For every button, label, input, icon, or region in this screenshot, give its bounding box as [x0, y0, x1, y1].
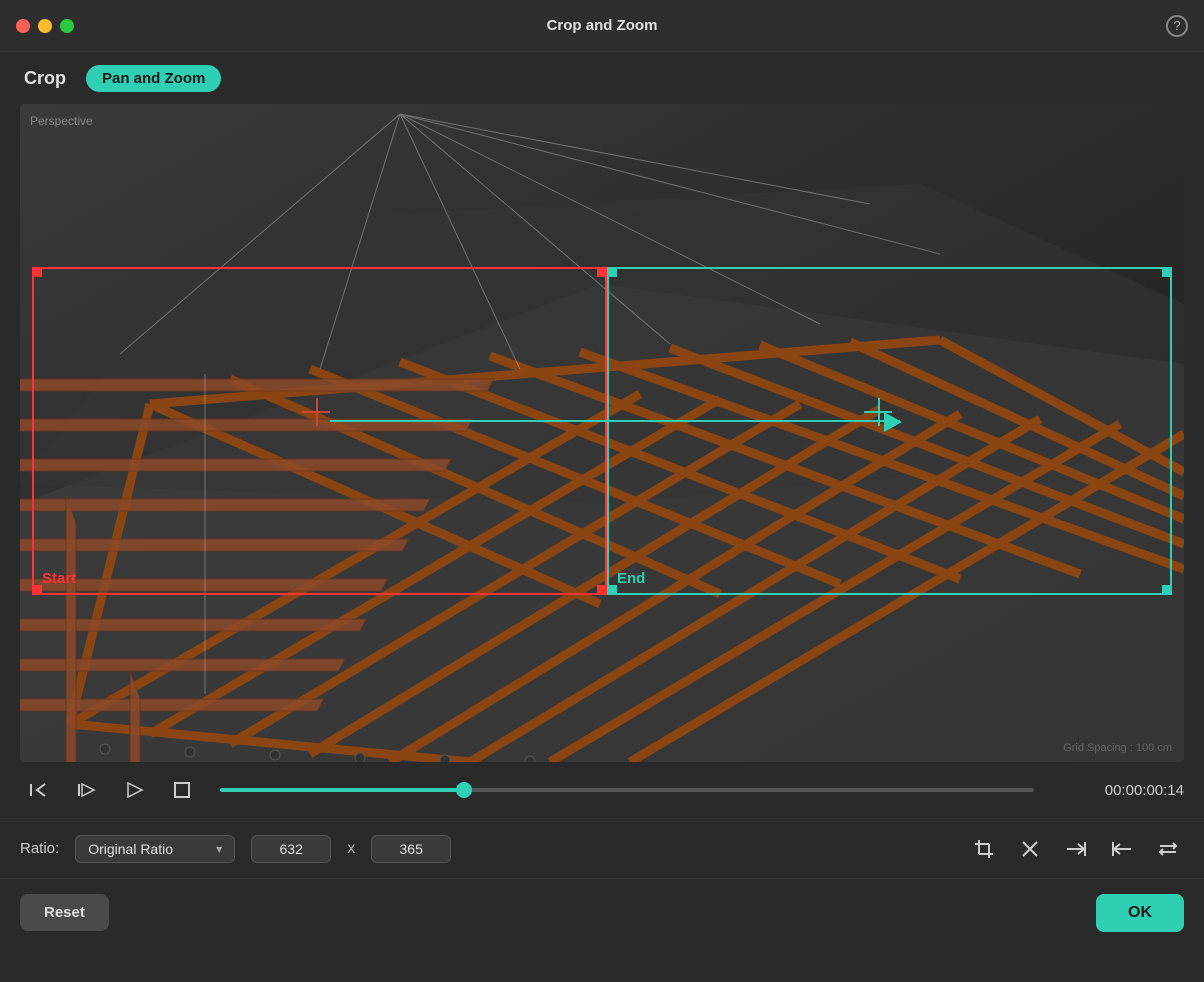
chevron-down-icon: ▾	[216, 842, 222, 856]
align-left-button[interactable]	[1106, 833, 1138, 865]
help-icon[interactable]: ?	[1166, 15, 1188, 37]
tab-bar: Crop Pan and Zoom	[0, 52, 1204, 104]
swap-button[interactable]	[1152, 833, 1184, 865]
perspective-label: Perspective	[30, 114, 93, 128]
crop-tool-button[interactable]	[968, 833, 1000, 865]
title-bar: Crop and Zoom ?	[0, 0, 1204, 52]
play-from-start-icon	[75, 779, 97, 801]
tab-pan-zoom[interactable]: Pan and Zoom	[86, 65, 221, 92]
ratio-actions	[968, 833, 1184, 865]
ok-button[interactable]: OK	[1096, 894, 1184, 932]
tab-crop[interactable]: Crop	[24, 68, 66, 89]
timeline-thumb[interactable]	[456, 782, 472, 798]
width-input[interactable]	[251, 835, 331, 863]
timeline-fill	[220, 788, 464, 792]
timeline[interactable]	[220, 772, 1034, 808]
reset-button[interactable]: Reset	[20, 894, 109, 931]
minimize-button[interactable]	[38, 19, 52, 33]
step-back-button[interactable]	[20, 772, 56, 808]
ratio-dropdown[interactable]: Original Ratio ▾	[75, 835, 235, 863]
align-right-icon	[1065, 838, 1087, 860]
timecode: 00:00:00:14	[1054, 782, 1184, 799]
bottom-bar: Reset OK	[0, 878, 1204, 946]
height-input[interactable]	[371, 835, 451, 863]
play-from-start-button[interactable]	[68, 772, 104, 808]
pan-zoom-arrow	[330, 420, 900, 422]
dimension-separator: x	[347, 840, 355, 858]
clear-button[interactable]	[1014, 833, 1046, 865]
maximize-button[interactable]	[60, 19, 74, 33]
ratio-dropdown-text: Original Ratio	[88, 841, 208, 857]
ratio-bar: Ratio: Original Ratio ▾ x	[0, 818, 1204, 878]
arrow-head	[884, 412, 902, 432]
controls-bar: 00:00:00:14	[0, 762, 1204, 818]
close-icon	[1019, 838, 1041, 860]
align-right-button[interactable]	[1060, 833, 1092, 865]
close-button[interactable]	[16, 19, 30, 33]
crosshair-vertical	[878, 398, 880, 426]
crop-icon	[972, 837, 996, 861]
stop-button[interactable]	[164, 772, 200, 808]
play-button[interactable]	[116, 772, 152, 808]
window-title: Crop and Zoom	[547, 17, 658, 34]
ratio-label: Ratio:	[20, 840, 59, 857]
swap-icon	[1157, 838, 1179, 860]
step-back-icon	[27, 779, 49, 801]
crosshair-vertical	[316, 398, 318, 426]
align-left-icon	[1111, 838, 1133, 860]
timeline-track[interactable]	[220, 788, 1034, 792]
viewport: Perspective Start End Grid Spacing : 100…	[20, 104, 1184, 762]
scene-svg	[20, 104, 1184, 762]
play-icon	[123, 779, 145, 801]
window-controls	[16, 19, 74, 33]
stop-icon	[171, 779, 193, 801]
grid-spacing-label: Grid Spacing : 100 cm	[1063, 742, 1172, 754]
